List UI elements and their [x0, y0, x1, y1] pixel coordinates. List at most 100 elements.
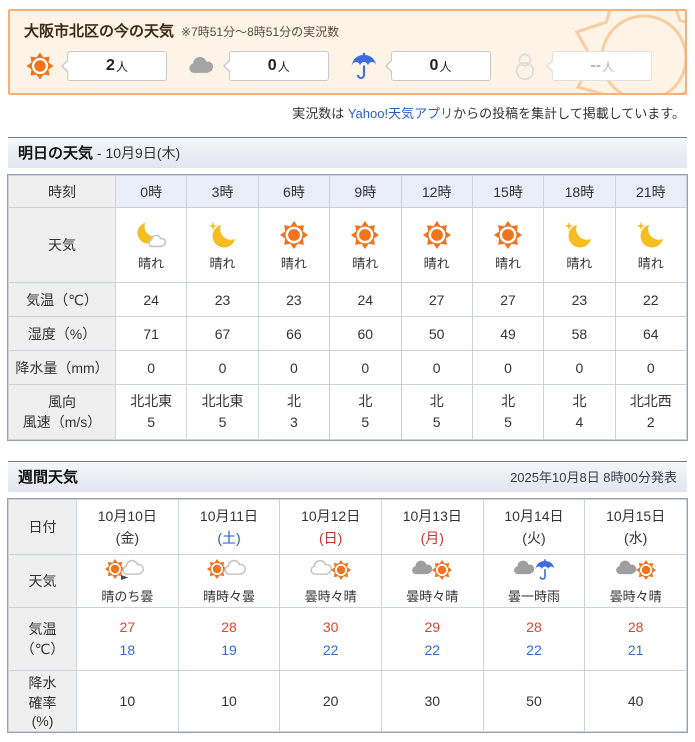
weekly-forecast-table: 日付10月10日(金)10月11日(土)10月12日(日)10月13日(月)10…	[8, 499, 687, 732]
weekly-pop-cell: 40	[585, 671, 687, 732]
hourly-temp-cell: 23	[544, 283, 615, 317]
weather-page: 大阪市北区の今の天気 ※7時51分〜8時51分の実況数 2人 0人 0人 --人 実況数…	[0, 0, 695, 742]
hourly-precip-cell: 0	[615, 351, 686, 385]
weekly-weather-cell: 曇一時雨	[483, 555, 585, 608]
weekly-date-cell: 10月10日(金)	[77, 500, 179, 555]
hourly-weather-cell: 晴れ	[187, 208, 258, 283]
weekly-pop-label: 降水確率(%)	[9, 671, 77, 732]
weekly-pop-cell: 50	[483, 671, 585, 732]
hourly-wind-cell: 北5	[330, 385, 401, 440]
hourly-wind-cell: 北3	[258, 385, 329, 440]
count-bubble: 0人	[229, 51, 329, 81]
hourly-wind-cell: 北4	[544, 385, 615, 440]
hourly-humidity-label: 湿度（%）	[9, 317, 116, 351]
hourly-wind-label: 風向風速（m/s）	[9, 385, 116, 440]
hourly-temp-cell: 24	[330, 283, 401, 317]
hourly-precip-cell: 0	[401, 351, 472, 385]
hourly-precip-cell: 0	[544, 351, 615, 385]
hourly-wind-cell: 北5	[472, 385, 543, 440]
hourly-wind-cell: 北5	[401, 385, 472, 440]
weekly-temp-cell: 2718	[77, 608, 179, 671]
hourly-temp-cell: 24	[116, 283, 187, 317]
hourly-temp-cell: 27	[401, 283, 472, 317]
weekly-temp-label: 気温（℃）	[9, 608, 77, 671]
hourly-humidity-cell: 60	[330, 317, 401, 351]
hourly-weather-cell: 晴れ	[615, 208, 686, 283]
hourly-hour-header: 6時	[258, 176, 329, 208]
weekly-weather-cell: 曇時々晴	[280, 555, 382, 608]
hourly-forecast-table: 時刻0時3時6時9時12時15時18時21時天気晴れ晴れ晴れ晴れ晴れ晴れ晴れ晴れ…	[8, 175, 687, 440]
hourly-hour-header: 9時	[330, 176, 401, 208]
weekly-pop-cell: 30	[381, 671, 483, 732]
source-note: 実況数は Yahoo!天気アプリからの投稿を集計して掲載しています。	[10, 103, 685, 122]
hourly-precip-label: 降水量（mm）	[9, 351, 116, 385]
hourly-weather-label: 天気	[9, 208, 116, 283]
hourly-weather-cell: 晴れ	[116, 208, 187, 283]
tomorrow-date: - 10月9日(木)	[93, 145, 180, 161]
weekly-weather-cell: 晴時々曇	[178, 555, 280, 608]
hourly-hour-header: 12時	[401, 176, 472, 208]
weekly-temp-cell: 3022	[280, 608, 382, 671]
observation-period-note: ※7時51分〜8時51分の実況数	[181, 25, 339, 39]
hourly-humidity-cell: 67	[187, 317, 258, 351]
current-weather-panel: 大阪市北区の今の天気 ※7時51分〜8時51分の実況数 2人 0人 0人 --人	[8, 9, 687, 95]
observation-count-umbrella: 0人	[348, 50, 510, 82]
weekly-date-cell: 10月15日(水)	[585, 500, 687, 555]
hourly-weather-cell: 晴れ	[401, 208, 472, 283]
hourly-temp-label: 気温（℃）	[9, 283, 116, 317]
observation-count-cloud: 0人	[186, 50, 348, 82]
observation-count-sun: 2人	[24, 50, 186, 82]
count-bubble: --人	[552, 51, 652, 81]
tomorrow-heading: 明日の天気	[18, 145, 93, 162]
hourly-precip-cell: 0	[258, 351, 329, 385]
weekly-date-cell: 10月14日(火)	[483, 500, 585, 555]
hourly-precip-cell: 0	[472, 351, 543, 385]
hourly-precip-cell: 0	[330, 351, 401, 385]
note-suffix: からの投稿を集計して掲載しています。	[453, 106, 685, 121]
weekly-date-label: 日付	[9, 500, 77, 555]
hourly-humidity-cell: 58	[544, 317, 615, 351]
weekly-issued-time: 2025年10月8日 8時00分発表	[510, 469, 677, 487]
weekly-weather-cell: 晴のち曇	[77, 555, 179, 608]
weekly-heading: 週間天気	[18, 469, 78, 486]
cloud-icon	[186, 50, 218, 82]
snowman-icon	[509, 50, 541, 82]
hourly-humidity-cell: 50	[401, 317, 472, 351]
hourly-humidity-cell: 49	[472, 317, 543, 351]
weekly-weather-cell: 曇時々晴	[381, 555, 483, 608]
weekly-temp-cell: 2819	[178, 608, 280, 671]
umbrella-icon	[348, 50, 380, 82]
hourly-wind-cell: 北北西2	[615, 385, 686, 440]
weekly-weather-label: 天気	[9, 555, 77, 608]
weekly-temp-cell: 2922	[381, 608, 483, 671]
count-bubble: 0人	[391, 51, 491, 81]
sun-icon	[24, 50, 56, 82]
observation-count-snowman: --人	[509, 50, 671, 82]
hourly-temp-cell: 27	[472, 283, 543, 317]
hourly-wind-cell: 北北東5	[116, 385, 187, 440]
hourly-humidity-cell: 66	[258, 317, 329, 351]
hourly-temp-cell: 23	[258, 283, 329, 317]
weekly-pop-cell: 10	[77, 671, 179, 732]
weekly-section-header: 2025年10月8日 8時00分発表 週間天気	[8, 461, 687, 492]
hourly-time-label: 時刻	[9, 176, 116, 208]
hourly-hour-header: 15時	[472, 176, 543, 208]
current-weather-title: 大阪市北区の今の天気	[24, 23, 174, 40]
weekly-temp-cell: 2821	[585, 608, 687, 671]
weekly-weather-cell: 曇時々晴	[585, 555, 687, 608]
hourly-weather-cell: 晴れ	[544, 208, 615, 283]
hourly-wind-cell: 北北東5	[187, 385, 258, 440]
weekly-pop-cell: 10	[178, 671, 280, 732]
observation-counts: 2人 0人 0人 --人	[24, 50, 671, 82]
hourly-weather-cell: 晴れ	[258, 208, 329, 283]
hourly-humidity-cell: 64	[615, 317, 686, 351]
yahoo-weather-app-link[interactable]: Yahoo!天気アプリ	[348, 106, 453, 121]
hourly-weather-cell: 晴れ	[472, 208, 543, 283]
weekly-date-cell: 10月11日(土)	[178, 500, 280, 555]
weekly-date-cell: 10月13日(月)	[381, 500, 483, 555]
hourly-humidity-cell: 71	[116, 317, 187, 351]
hourly-hour-header: 3時	[187, 176, 258, 208]
hourly-precip-cell: 0	[116, 351, 187, 385]
hourly-weather-cell: 晴れ	[330, 208, 401, 283]
hourly-hour-header: 0時	[116, 176, 187, 208]
